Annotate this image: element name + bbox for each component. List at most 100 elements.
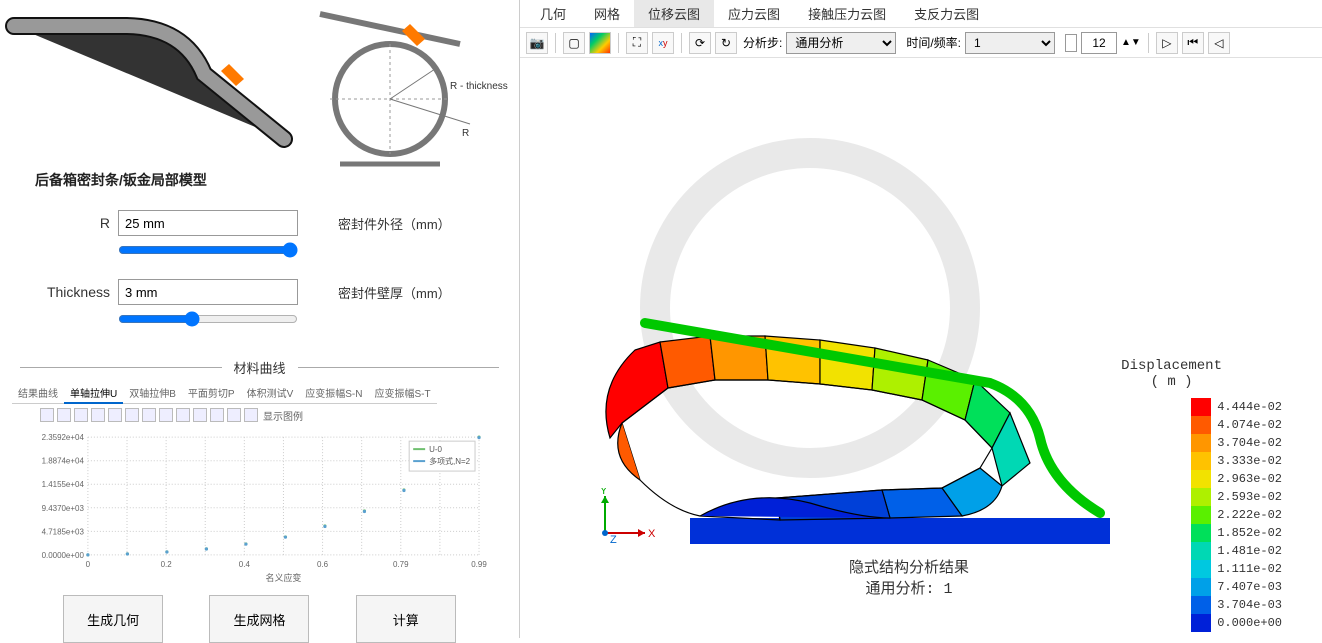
camera-icon[interactable]: 📷 [526, 32, 548, 54]
svg-text:R - thickness: R - thickness [450, 81, 508, 92]
param-row-thickness: Thickness 密封件壁厚（mm） [30, 279, 489, 305]
chart-tool-icon[interactable] [40, 408, 54, 422]
curve-tabs: 结果曲线单轴拉伸U双轴拉伸B平面剪切P体积测试V应变振幅S-N应变振幅S-T [12, 383, 507, 404]
result-tab[interactable]: 应力云图 [714, 0, 794, 27]
time-label: 时间/频率: [906, 34, 961, 51]
chart-toolbar-legend-btn[interactable]: 显示图例 [263, 408, 303, 423]
param-row-r: R 密封件外径（mm） [30, 210, 489, 236]
chart-tool-icon[interactable] [227, 408, 241, 422]
legend-value: 3.704e-03 [1217, 596, 1282, 614]
legend-segment [1191, 452, 1211, 470]
param-r-label: R [30, 215, 110, 231]
viewport[interactable]: X Y Z 隐式结构分析结果 通用分析: 1 Displacement ( m … [520, 58, 1322, 638]
ring-cross-section: R - thickness R [310, 4, 510, 184]
model-title: 后备箱密封条/钣金局部模型 [35, 170, 207, 190]
curve-tab[interactable]: 结果曲线 [12, 383, 64, 404]
param-thickness-input[interactable] [118, 279, 298, 305]
svg-text:0.99: 0.99 [471, 560, 487, 569]
left-panel: R - thickness R 后备箱密封条/钣金局部模型 R 密封件外径（mm… [0, 0, 520, 638]
bottom-buttons: 生成几何 生成网格 计算 [40, 595, 479, 643]
tube-sketch [4, 4, 304, 169]
legend-title: Displacement ( m ) [1121, 358, 1222, 390]
legend-segment [1191, 506, 1211, 524]
legend-segment [1191, 434, 1211, 452]
rotate-icon[interactable]: ⟳ [689, 32, 711, 54]
legend-segment [1191, 578, 1211, 596]
frame-spin[interactable] [1081, 32, 1117, 54]
svg-text:0.2: 0.2 [161, 560, 173, 569]
play-back-icon[interactable]: ◁ [1208, 32, 1230, 54]
svg-text:名义应变: 名义应变 [266, 572, 302, 583]
svg-text:多项式,N=2: 多项式,N=2 [429, 456, 471, 466]
refresh-icon[interactable]: ↻ [715, 32, 737, 54]
curve-tab[interactable]: 平面剪切P [182, 383, 241, 404]
curve-tab[interactable]: 应变振幅S-T [368, 383, 436, 404]
legend-segment [1191, 596, 1211, 614]
legend-value: 2.963e-02 [1217, 470, 1282, 488]
material-curve-title: 材料曲线 [20, 358, 499, 377]
svg-text:0.4: 0.4 [239, 560, 251, 569]
compute-button[interactable]: 计算 [356, 595, 456, 643]
svg-text:U-0: U-0 [429, 445, 442, 454]
svg-text:9.4370e+03: 9.4370e+03 [42, 504, 85, 513]
chart-tool-icon[interactable] [108, 408, 122, 422]
svg-text:2.3592e+04: 2.3592e+04 [42, 433, 85, 442]
svg-text:R: R [462, 128, 469, 139]
chart-toolbar: 显示图例 [40, 408, 479, 423]
chart-tool-icon[interactable] [57, 408, 71, 422]
axis-triad: X Y Z [590, 488, 660, 548]
result-tab[interactable]: 位移云图 [634, 0, 714, 27]
curve-tab[interactable]: 应变振幅S-N [299, 383, 368, 404]
legend-segment [1191, 542, 1211, 560]
result-tab[interactable]: 支反力云图 [900, 0, 993, 27]
legend-segment [1191, 560, 1211, 578]
rainbow-cube-icon[interactable] [589, 32, 611, 54]
axis-icon[interactable]: xy [652, 32, 674, 54]
legend-value: 4.074e-02 [1217, 416, 1282, 434]
result-tabs: 几何网格位移云图应力云图接触压力云图支反力云图 [520, 0, 1322, 28]
time-select[interactable]: 1 [965, 32, 1055, 54]
step-select[interactable]: 通用分析 [786, 32, 896, 54]
result-tab[interactable]: 网格 [580, 0, 634, 27]
param-area: R 密封件外径（mm） Thickness 密封件壁厚（mm） [0, 190, 519, 340]
chart-tool-icon[interactable] [176, 408, 190, 422]
chart-tool-icon[interactable] [159, 408, 173, 422]
legend-segment [1191, 614, 1211, 632]
param-r-slider[interactable] [118, 242, 298, 258]
toggle-icon[interactable] [1065, 34, 1077, 52]
result-tab[interactable]: 接触压力云图 [794, 0, 900, 27]
svg-text:X: X [648, 528, 656, 540]
svg-text:1.8874e+04: 1.8874e+04 [42, 457, 85, 466]
legend-value: 7.407e-03 [1217, 578, 1282, 596]
legend-segment [1191, 416, 1211, 434]
chart-tool-icon[interactable] [210, 408, 224, 422]
chart-tool-icon[interactable] [91, 408, 105, 422]
curve-tab[interactable]: 体积测试V [241, 383, 300, 404]
fit-icon[interactable]: ⛶ [626, 32, 648, 54]
legend-value: 4.444e-02 [1217, 398, 1282, 416]
chart-tool-icon[interactable] [74, 408, 88, 422]
record-icon[interactable]: ▷ [1156, 32, 1178, 54]
chart-tool-icon[interactable] [125, 408, 139, 422]
generate-geometry-button[interactable]: 生成几何 [63, 595, 163, 643]
chart-tool-icon[interactable] [193, 408, 207, 422]
viewport-toolbar: 📷 ▢ ⛶ xy ⟳ ↻ 分析步: 通用分析 时间/频率: 1 ▲▼ ▷ ⏮ ◁ [520, 28, 1322, 58]
skip-start-icon[interactable]: ⏮ [1182, 32, 1204, 54]
curve-tab[interactable]: 双轴拉伸B [123, 383, 182, 404]
param-thickness-slider[interactable] [118, 311, 298, 327]
right-panel: 几何网格位移云图应力云图接触压力云图支反力云图 📷 ▢ ⛶ xy ⟳ ↻ 分析步… [520, 0, 1322, 638]
svg-text:4.7185e+03: 4.7185e+03 [42, 527, 85, 536]
svg-text:Y: Y [600, 488, 608, 497]
chart-tool-icon[interactable] [142, 408, 156, 422]
result-tab[interactable]: 几何 [526, 0, 580, 27]
generate-mesh-button[interactable]: 生成网格 [209, 595, 309, 643]
chart-tool-icon[interactable] [244, 408, 258, 422]
spin-up-down-icon[interactable]: ▲▼ [1121, 37, 1141, 48]
param-thickness-unit: 密封件壁厚（mm） [338, 283, 451, 302]
cube-icon[interactable]: ▢ [563, 32, 585, 54]
curve-tab[interactable]: 单轴拉伸U [64, 383, 123, 404]
legend-value: 3.333e-02 [1217, 452, 1282, 470]
param-r-input[interactable] [118, 210, 298, 236]
legend-value: 0.000e+00 [1217, 614, 1282, 632]
svg-text:0.79: 0.79 [393, 560, 409, 569]
